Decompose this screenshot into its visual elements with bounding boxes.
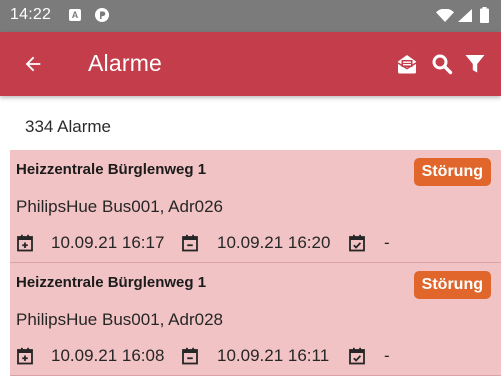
page-title: Alarme	[88, 50, 163, 76]
acknowledge-button[interactable]	[394, 51, 420, 77]
back-button[interactable]	[18, 49, 48, 79]
calendar-plus-icon	[17, 234, 33, 252]
arrow-back-icon	[25, 56, 41, 72]
app-bar: Alarme	[0, 32, 501, 96]
alarm-start-time: 10.09.21 16:08	[51, 346, 165, 365]
wifi-icon	[436, 9, 454, 22]
alarm-ack-time: -	[384, 233, 390, 252]
alarm-title: Heizzentrale Bürglenweg 1	[16, 161, 207, 178]
alarm-count-row: 334 Alarme	[0, 96, 501, 150]
alarm-count: 334 Alarme	[25, 117, 111, 136]
status-badge: Störung	[413, 158, 491, 186]
alarm-end-time: 10.09.21 16:11	[217, 346, 330, 365]
alarm-list-item[interactable]: Heizzentrale Bürglenweg 1 Störung Philip…	[10, 263, 501, 376]
search-icon	[432, 54, 453, 75]
status-time: 14:22	[10, 6, 52, 23]
alarm-times: 10.09.21 16:08 10.09.21 16:11 -	[10, 345, 490, 367]
calendar-plus-icon	[17, 347, 33, 365]
calendar-minus-icon	[182, 347, 198, 365]
notification-a-icon: A	[69, 9, 81, 21]
alarm-ack-time: -	[384, 346, 390, 365]
alarm-times: 10.09.21 16:17 10.09.21 16:20 -	[10, 232, 490, 254]
alarm-list-item[interactable]: Heizzentrale Bürglenweg 1 Störung Philip…	[10, 150, 501, 263]
calendar-check-icon	[349, 347, 365, 365]
status-bar: 14:22 A	[0, 0, 501, 32]
status-badge: Störung	[413, 271, 491, 299]
notification-app-icon	[95, 8, 109, 22]
alarm-end-time: 10.09.21 16:20	[217, 233, 331, 252]
alarm-start-time: 10.09.21 16:17	[51, 233, 165, 252]
filter-button[interactable]	[462, 51, 488, 77]
filter-icon	[465, 55, 485, 73]
search-button[interactable]	[429, 51, 455, 77]
battery-icon	[480, 7, 489, 23]
alarm-source: PhilipsHue Bus001, Adr028	[16, 310, 223, 329]
alarm-title: Heizzentrale Bürglenweg 1	[16, 274, 207, 291]
mail-open-icon	[397, 55, 417, 74]
calendar-check-icon	[349, 234, 365, 252]
calendar-minus-icon	[182, 234, 198, 252]
alarm-source: PhilipsHue Bus001, Adr026	[16, 197, 223, 216]
signal-icon	[458, 9, 472, 22]
